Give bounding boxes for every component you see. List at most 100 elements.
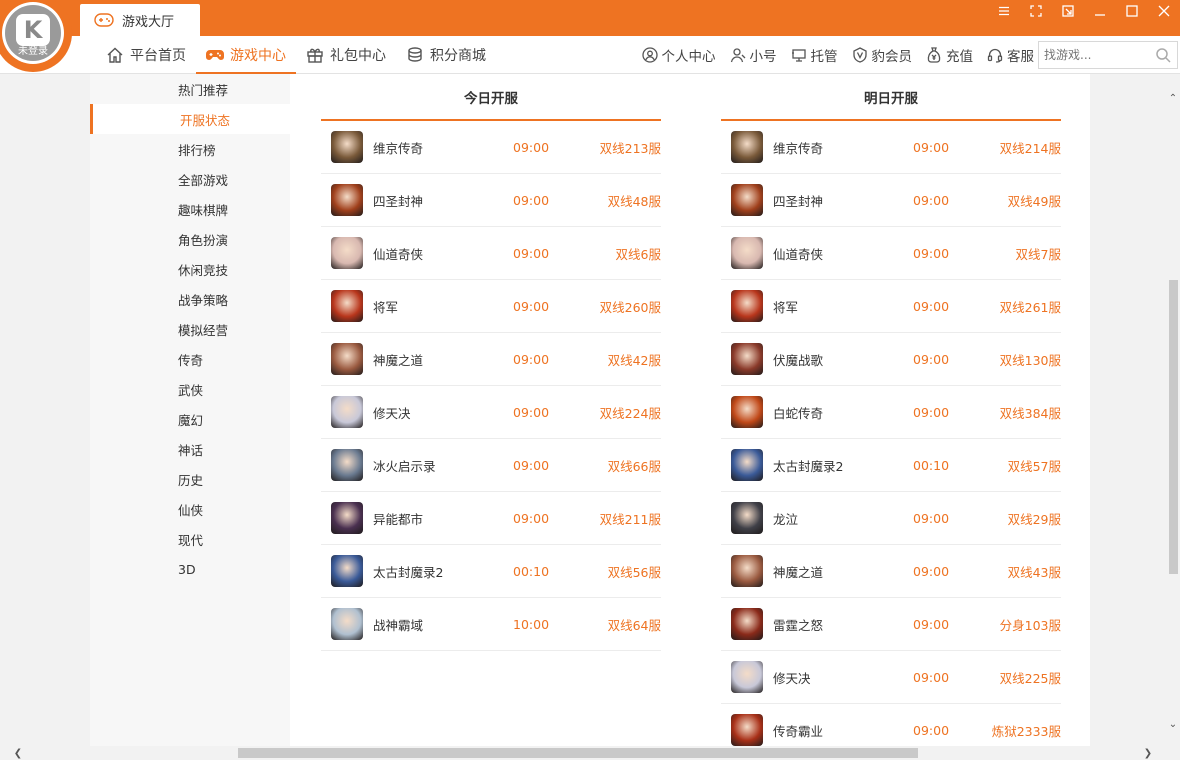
sidebar-item[interactable]: 模拟经营 <box>90 314 290 344</box>
game-row[interactable]: 维京传奇 09:00 双线214服 <box>721 121 1061 174</box>
game-row[interactable]: 龙泣 09:00 双线29服 <box>721 492 1061 545</box>
game-icon[interactable] <box>731 184 763 216</box>
open-time: 09:00 <box>513 298 550 314</box>
game-icon[interactable] <box>731 396 763 428</box>
game-icon[interactable] <box>731 661 763 693</box>
game-icon[interactable] <box>731 502 763 534</box>
game-row[interactable]: 白蛇传奇 09:00 双线384服 <box>721 386 1061 439</box>
maximize-button[interactable] <box>1116 0 1148 22</box>
sidebar-item-label: 模拟经营 <box>178 322 229 338</box>
game-row[interactable]: 四圣封神 09:00 双线49服 <box>721 174 1061 227</box>
mini-mode-button[interactable] <box>1052 0 1084 22</box>
sidebar-item[interactable]: 历史 <box>90 464 290 494</box>
game-icon[interactable] <box>731 237 763 269</box>
sidebar-item[interactable]: 3D <box>90 554 290 584</box>
nav-recharge[interactable]: 充值 <box>926 45 973 65</box>
nav-gift-center[interactable]: 礼包中心 <box>296 36 396 74</box>
game-name: 神魔之道 <box>373 352 424 368</box>
game-icon[interactable] <box>331 555 363 587</box>
server-name: 双线64服 <box>607 617 661 633</box>
scroll-up-icon[interactable]: ⌃ <box>1166 90 1180 106</box>
game-icon[interactable] <box>731 608 763 640</box>
game-icon[interactable] <box>331 343 363 375</box>
game-icon[interactable] <box>731 290 763 322</box>
sidebar-item[interactable]: 热门推荐 <box>90 74 290 104</box>
game-row[interactable]: 将军 09:00 双线261服 <box>721 280 1061 333</box>
search-input[interactable] <box>1039 43 1149 67</box>
sidebar-item[interactable]: 休闲竞技 <box>90 254 290 284</box>
scroll-down-icon[interactable]: ⌄ <box>1166 716 1180 732</box>
game-row[interactable]: 将军 09:00 双线260服 <box>321 280 661 333</box>
open-time: 09:00 <box>513 139 550 155</box>
sidebar-item[interactable]: 开服状态 <box>90 104 290 134</box>
game-row[interactable]: 传奇霸业 09:00 炼狱2333服 <box>721 704 1061 746</box>
game-icon[interactable] <box>731 714 763 746</box>
game-icon[interactable] <box>331 131 363 163</box>
game-icon[interactable] <box>731 555 763 587</box>
game-row[interactable]: 仙道奇侠 09:00 双线7服 <box>721 227 1061 280</box>
game-row[interactable]: 神魔之道 09:00 双线43服 <box>721 545 1061 598</box>
nav-points-mall[interactable]: 积分商城 <box>396 36 496 74</box>
minimize-button[interactable] <box>1084 0 1116 22</box>
search-icon[interactable] <box>1155 47 1171 63</box>
game-icon[interactable] <box>331 396 363 428</box>
sidebar-item-label: 神话 <box>178 442 204 458</box>
nav-vip[interactable]: 豹会员 <box>852 45 912 65</box>
menu-button[interactable] <box>988 0 1020 22</box>
tab-game-hall[interactable]: 游戏大厅 <box>80 4 200 36</box>
scroll-right-icon[interactable]: ❯ <box>1140 746 1156 760</box>
game-icon[interactable] <box>331 290 363 322</box>
game-row[interactable]: 战神霸域 10:00 双线64服 <box>321 598 661 651</box>
nav-sub-account[interactable]: 小号 <box>730 45 777 65</box>
nav-home[interactable]: 平台首页 <box>96 36 196 74</box>
game-row[interactable]: 神魔之道 09:00 双线42服 <box>321 333 661 386</box>
game-row[interactable]: 四圣封神 09:00 双线48服 <box>321 174 661 227</box>
sidebar-item[interactable]: 战争策略 <box>90 284 290 314</box>
open-time: 09:00 <box>913 510 950 526</box>
game-icon[interactable] <box>731 343 763 375</box>
game-row[interactable]: 异能都市 09:00 双线211服 <box>321 492 661 545</box>
game-row[interactable]: 仙道奇侠 09:00 双线6服 <box>321 227 661 280</box>
open-time: 09:00 <box>913 139 950 155</box>
vertical-scroll-thumb[interactable] <box>1169 280 1178 574</box>
game-row[interactable]: 维京传奇 09:00 双线213服 <box>321 121 661 174</box>
sidebar-item[interactable]: 传奇 <box>90 344 290 374</box>
nav-personal-center[interactable]: 个人中心 <box>641 45 716 65</box>
sidebar-item[interactable]: 武侠 <box>90 374 290 404</box>
game-row[interactable]: 修天决 09:00 双线224服 <box>321 386 661 439</box>
nav-game-center[interactable]: 游戏中心 <box>196 36 296 74</box>
nav-hosting[interactable]: 托管 <box>791 45 838 65</box>
gift-icon <box>307 48 323 63</box>
open-time: 09:00 <box>913 616 950 632</box>
game-row[interactable]: 太古封魔录2 00:10 双线57服 <box>721 439 1061 492</box>
sidebar-item[interactable]: 仙侠 <box>90 494 290 524</box>
sidebar-item[interactable]: 排行榜 <box>90 134 290 164</box>
sidebar-item[interactable]: 全部游戏 <box>90 164 290 194</box>
close-button[interactable] <box>1148 0 1180 22</box>
game-icon[interactable] <box>331 237 363 269</box>
game-icon[interactable] <box>331 184 363 216</box>
scroll-left-icon[interactable]: ❮ <box>10 746 26 760</box>
sidebar-item[interactable]: 神话 <box>90 434 290 464</box>
game-row[interactable]: 伏魔战歌 09:00 双线130服 <box>721 333 1061 386</box>
game-icon[interactable] <box>331 449 363 481</box>
game-row[interactable]: 雷霆之怒 09:00 分身103服 <box>721 598 1061 651</box>
sidebar-item[interactable]: 魔幻 <box>90 404 290 434</box>
game-icon[interactable] <box>331 502 363 534</box>
game-icon[interactable] <box>331 608 363 640</box>
game-row[interactable]: 太古封魔录2 00:10 双线56服 <box>321 545 661 598</box>
sidebar-item-label: 趣味棋牌 <box>178 202 229 218</box>
sidebar-item[interactable]: 现代 <box>90 524 290 554</box>
horizontal-scrollbar[interactable]: ❮ ❯ <box>0 746 1166 760</box>
nav-customer-service[interactable]: 客服 <box>987 45 1034 65</box>
game-row[interactable]: 修天决 09:00 双线225服 <box>721 651 1061 704</box>
sidebar-item[interactable]: 角色扮演 <box>90 224 290 254</box>
fullscreen-button[interactable] <box>1020 0 1052 22</box>
game-icon[interactable] <box>731 449 763 481</box>
game-icon[interactable] <box>731 131 763 163</box>
vertical-scrollbar[interactable]: ⌃ ⌄ <box>1166 74 1180 746</box>
game-name: 维京传奇 <box>373 140 424 156</box>
sidebar-item[interactable]: 趣味棋牌 <box>90 194 290 224</box>
game-row[interactable]: 冰火启示录 09:00 双线66服 <box>321 439 661 492</box>
horizontal-scroll-thumb[interactable] <box>238 748 918 758</box>
